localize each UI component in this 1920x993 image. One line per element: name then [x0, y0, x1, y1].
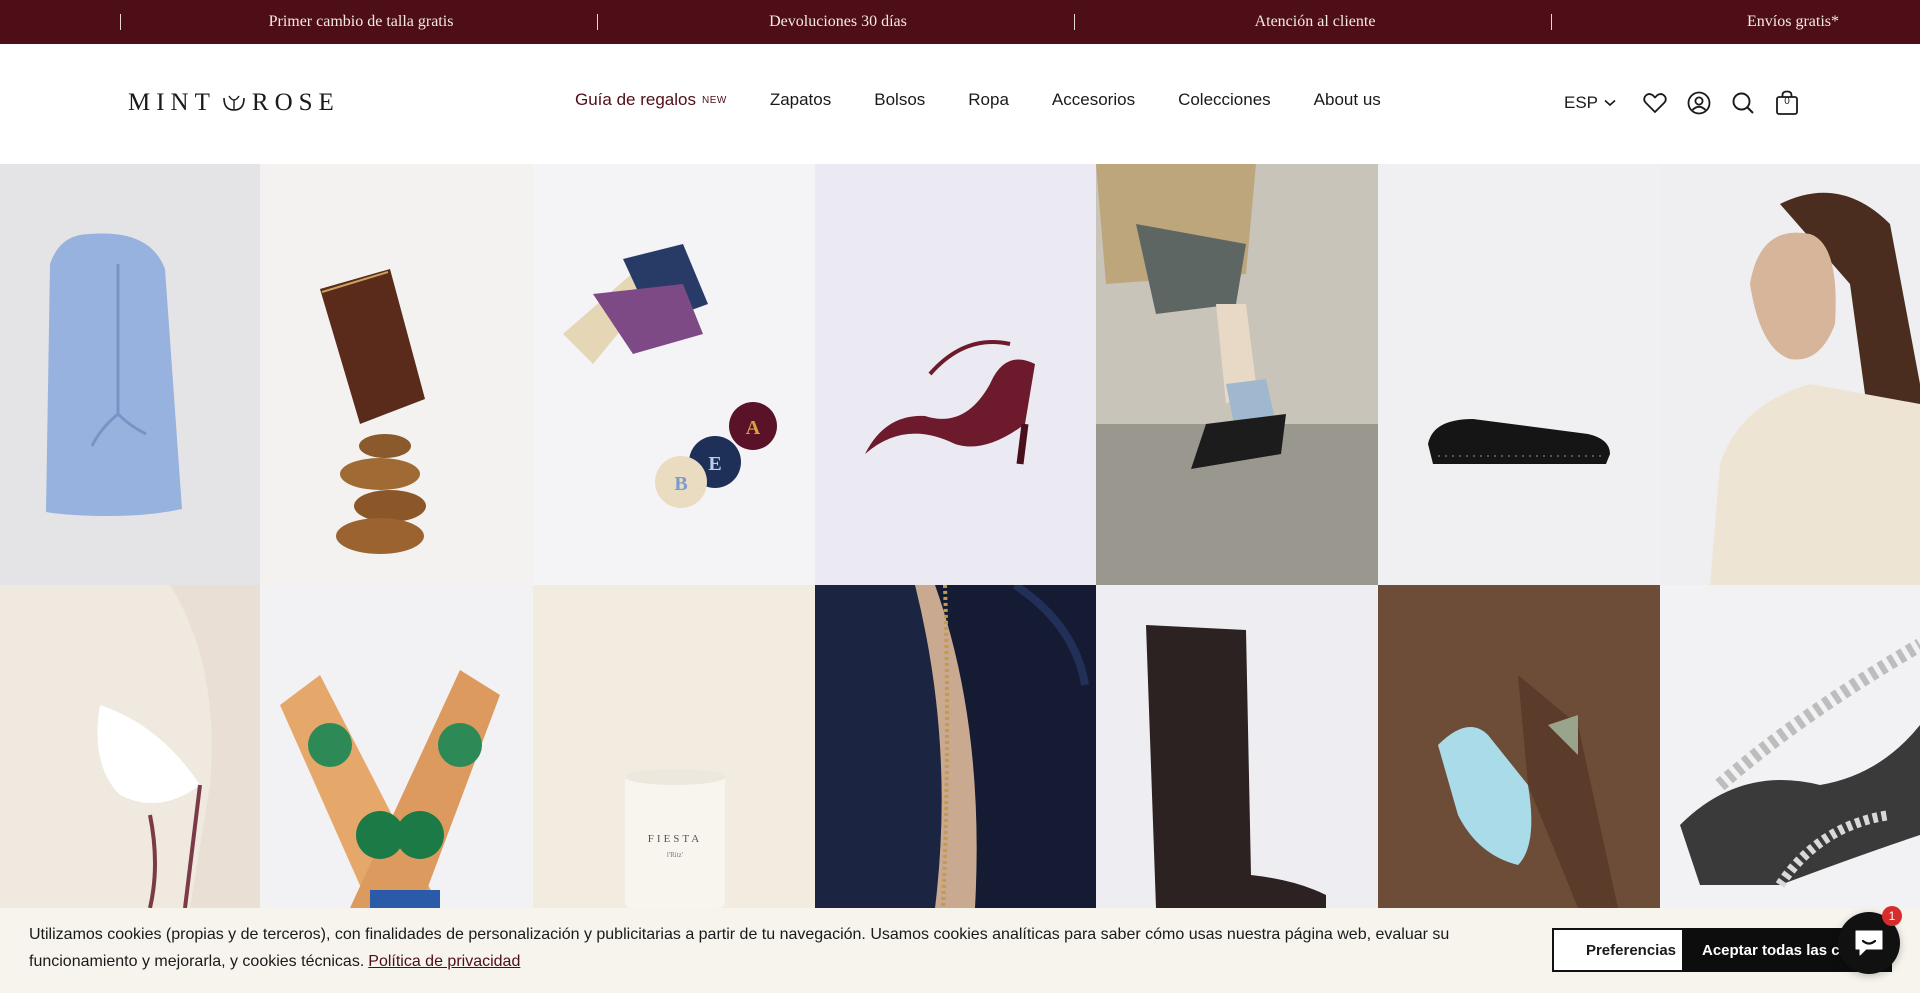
nav-about-us[interactable]: About us: [1314, 90, 1381, 110]
brand-logo[interactable]: MINT ROSE: [128, 88, 340, 118]
search-icon: [1732, 92, 1754, 114]
tile-knit-balaclava[interactable]: [0, 164, 260, 585]
loafer-image: [1428, 419, 1610, 464]
announcement-bar: Primer cambio de talla gratis Devolucion…: [0, 0, 1920, 44]
announcement-separator: [1074, 14, 1075, 30]
privacy-policy-link[interactable]: Política de privacidad: [368, 953, 520, 970]
nav-accessories[interactable]: Accesorios: [1052, 90, 1135, 110]
tile-navy-zip-bag[interactable]: [815, 585, 1096, 908]
announcement-returns[interactable]: Devoluciones 30 días: [769, 0, 907, 44]
tile-black-studded-loafer[interactable]: [1378, 164, 1660, 585]
model-portrait-image: [1710, 192, 1920, 585]
nav-gift-guide-label: Guía de regalos: [575, 90, 696, 109]
tile-brown-tall-boot[interactable]: [1096, 585, 1378, 908]
tile-cream-scarf[interactable]: [0, 585, 260, 908]
cookie-message: Utilizamos cookies (propias y de tercero…: [29, 926, 1450, 970]
tile-light-blue-glove[interactable]: [1378, 585, 1660, 908]
tile-printed-socks[interactable]: [260, 585, 533, 908]
tile-fiesta-candle[interactable]: FIESTA l'Ritz': [533, 585, 815, 908]
pouch-image: [320, 269, 426, 554]
walking-legs-image: [1096, 164, 1378, 585]
nav-collections[interactable]: Colecciones: [1178, 90, 1271, 110]
keychain-image: A E B: [563, 244, 777, 508]
nav-shoes[interactable]: Zapatos: [770, 90, 831, 110]
tile-keychain-tassels[interactable]: A E B: [533, 164, 815, 585]
tile-blue-socks-slingback[interactable]: [1096, 164, 1378, 585]
cookie-banner: Utilizamos cookies (propias y de tercero…: [0, 908, 1920, 993]
logo-wordmark-rose: ROSE: [251, 89, 340, 116]
keychain-letter-a: A: [746, 417, 761, 439]
main-nav: Guía de regalos NEW Zapatos Bolsos Ropa A…: [575, 90, 1424, 110]
snake-sandal-image: [1680, 638, 1920, 888]
scarf-image: [0, 585, 212, 908]
logo-wordmark: MINT: [128, 89, 216, 116]
heart-icon: [1643, 93, 1667, 113]
chat-notification-badge: 1: [1882, 906, 1902, 926]
announcement-free-shipping[interactable]: Envíos gratis*: [1747, 0, 1839, 44]
announcement-size-change[interactable]: Primer cambio de talla gratis: [269, 0, 454, 44]
balaclava-image: [46, 233, 182, 516]
new-badge: NEW: [701, 95, 727, 106]
cart-count: 0: [1784, 96, 1790, 107]
nav-clothing[interactable]: Ropa: [968, 90, 1009, 110]
nav-gift-guide[interactable]: Guía de regalos NEW: [575, 90, 727, 110]
announcement-separator: [597, 14, 598, 30]
logo-rose-icon: [223, 95, 245, 111]
currency-selector[interactable]: ESP: [1564, 93, 1616, 113]
candle-image: FIESTA l'Ritz': [625, 769, 725, 908]
cookie-text: Utilizamos cookies (propias y de tercero…: [29, 921, 1499, 975]
account-button[interactable]: [1686, 90, 1712, 116]
zip-bag-image: [815, 585, 1096, 908]
candle-sublabel: l'Ritz': [667, 851, 683, 859]
nav-bags[interactable]: Bolsos: [874, 90, 925, 110]
account-icon: [1687, 91, 1711, 115]
site-header: MINT ROSE Guía de regalos NEW Zapatos Bol…: [0, 44, 1920, 164]
announcement-separator: [1551, 14, 1552, 30]
search-button[interactable]: [1730, 90, 1756, 116]
announcement-separator: [120, 14, 121, 30]
keychain-letter-e: E: [708, 453, 721, 475]
announcement-customer-care[interactable]: Atención al cliente: [1255, 0, 1376, 44]
tile-woman-cream-polo[interactable]: [1660, 164, 1920, 585]
candle-label: FIESTA: [648, 833, 702, 845]
socks-image: [280, 670, 500, 908]
glove-image: [1378, 585, 1660, 908]
product-grid: A E B FIESTA l'Ritz': [0, 164, 1920, 908]
sandal-image: [865, 340, 1035, 465]
tile-snake-print-sandal[interactable]: [1660, 585, 1920, 908]
header-tools: ESP 0: [1564, 88, 1818, 118]
keychain-letter-b: B: [674, 473, 687, 495]
chat-bubble-icon: [1855, 930, 1883, 956]
boot-image: [1146, 625, 1326, 908]
tile-brown-leather-pouch[interactable]: [260, 164, 533, 585]
wishlist-button[interactable]: [1642, 90, 1668, 116]
cart-button[interactable]: 0: [1774, 90, 1800, 116]
tile-burgundy-heel-sandal[interactable]: [815, 164, 1096, 585]
currency-label: ESP: [1564, 93, 1599, 112]
chevron-down-icon: [1604, 99, 1616, 107]
